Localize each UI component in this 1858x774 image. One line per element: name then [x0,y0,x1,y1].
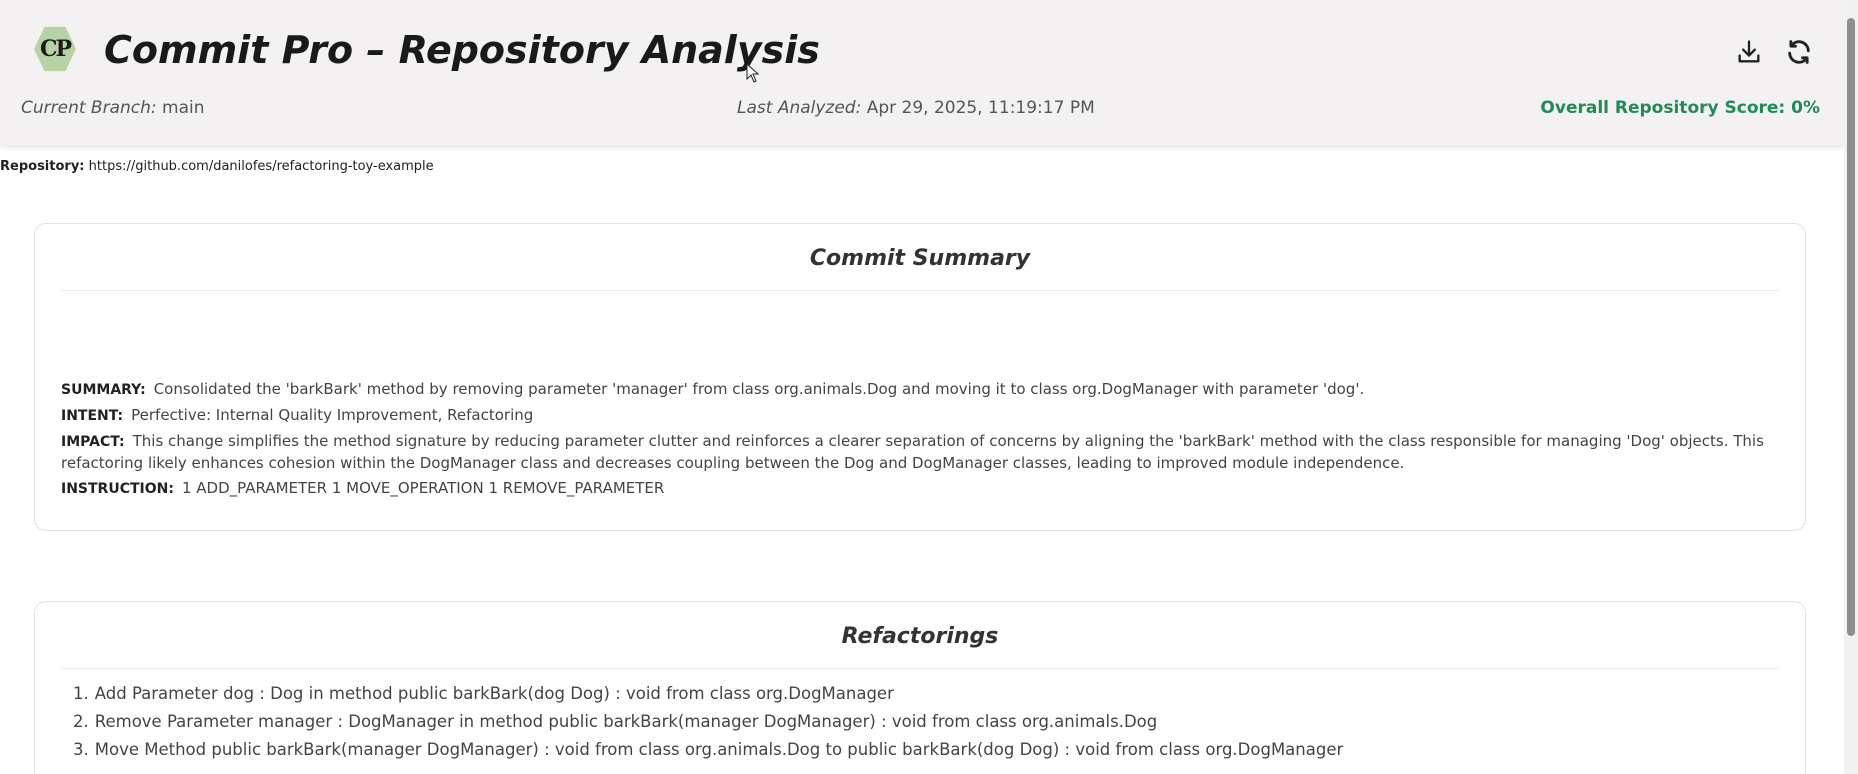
refactorings-card: Refactorings 1. Add Parameter dog : Dog i… [34,601,1806,774]
item-text: Add Parameter dog : Dog in method public… [94,684,894,703]
list-item: 2. Remove Parameter manager : DogManager … [61,708,1779,736]
summary-value: Consolidated the 'barkBark' method by re… [153,380,1365,398]
summary-key: SUMMARY: [61,382,146,398]
item-number: 1. [73,684,89,703]
intent-value: Perfective: Internal Quality Improvement… [131,406,534,424]
item-number: 2. [73,712,89,731]
page: CP Commit Pro – Repository Analysis Curr… [0,0,1858,774]
refresh-button[interactable] [1783,36,1815,68]
last-analyzed: Last Analyzed: Apr 29, 2025, 11:19:17 PM [737,98,1095,118]
instruction-key: INSTRUCTION: [61,481,174,497]
scrollbar-thumb[interactable] [1847,18,1855,636]
page-title: Commit Pro – Repository Analysis [104,28,820,72]
instruction-value: 1 ADD_PARAMETER 1 MOVE_OPERATION 1 REMOV… [181,479,665,497]
branch-label: Current Branch: [21,98,157,118]
item-text: Move Method public barkBark(manager DogM… [94,740,1344,759]
intent-line: INTENT: Perfective: Internal Quality Impr… [61,405,1779,427]
instruction-line: INSTRUCTION: 1 ADD_PARAMETER 1 MOVE_OPERA… [61,478,1779,500]
refactorings-title: Refactorings [61,624,1779,669]
commit-summary-title: Commit Summary [61,246,1779,291]
commit-pro-logo: CP [34,26,76,72]
refresh-icon [1788,40,1810,64]
list-item: 1. Add Parameter dog : Dog in method publ… [61,680,1779,708]
download-button[interactable] [1733,36,1765,68]
refactorings-list: 1. Add Parameter dog : Dog in method publ… [61,680,1779,764]
list-item: 3. Move Method public barkBark(manager Do… [61,736,1779,764]
impact-value: This change simplifies the method signat… [61,432,1764,472]
repository-label: Repository: [0,159,85,174]
repository-url[interactable]: https://github.com/danilofes/refactoring… [89,159,434,174]
analyzed-value: Apr 29, 2025, 11:19:17 PM [866,98,1095,118]
current-branch: Current Branch: main [21,98,205,118]
overall-repository-score: Overall Repository Score: 0% [1540,98,1820,118]
analyzed-label: Last Analyzed: [737,98,862,118]
item-number: 3. [73,740,89,759]
mouse-cursor-icon [746,63,760,83]
download-icon [1738,40,1760,63]
impact-key: IMPACT: [61,434,125,450]
vertical-scrollbar[interactable] [1844,0,1858,774]
impact-line: IMPACT: This change simplifies the method… [61,431,1779,474]
branch-value: main [162,98,205,118]
app-header: CP Commit Pro – Repository Analysis Curr… [0,0,1844,145]
summary-line: SUMMARY: Consolidated the 'barkBark' meth… [61,379,1779,401]
repository-line: Repository: https://github.com/danilofes… [0,159,434,174]
intent-key: INTENT: [61,408,124,424]
item-text: Remove Parameter manager : DogManager in… [94,712,1158,731]
commit-summary-card: Commit Summary SUMMARY: Consolidated the … [34,223,1806,531]
